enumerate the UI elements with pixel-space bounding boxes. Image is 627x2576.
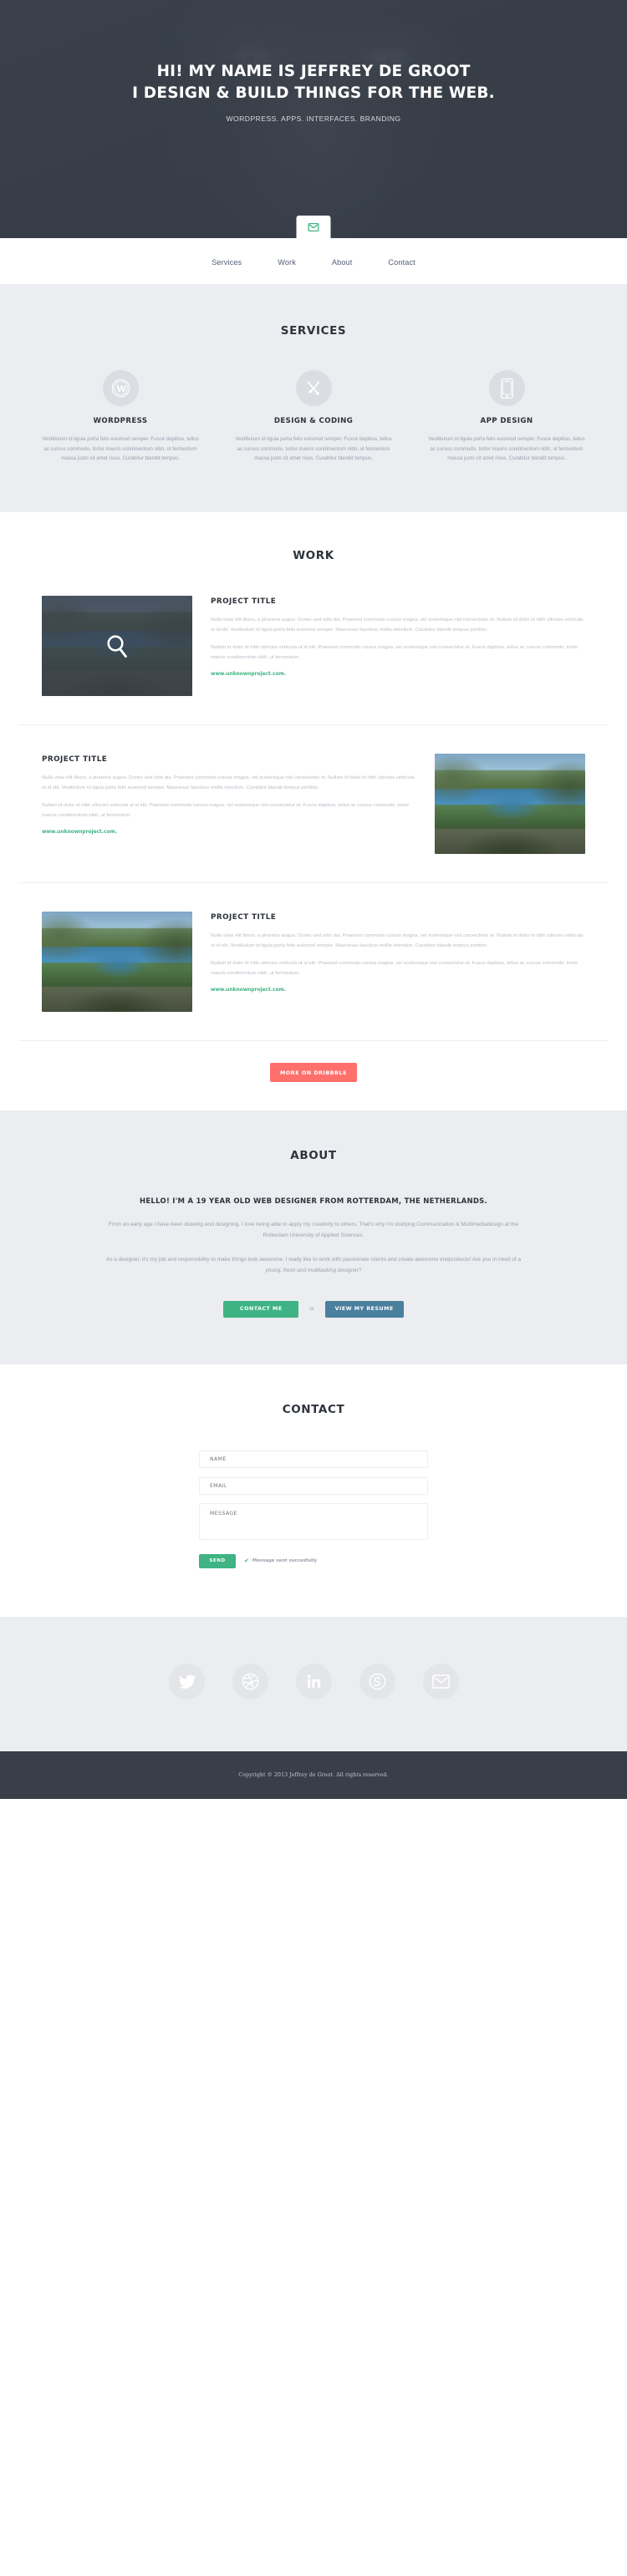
nav-item-services[interactable]: Services bbox=[212, 258, 242, 267]
about-paragraph-2: As a designer, it's my job and responsib… bbox=[104, 1255, 522, 1276]
project-paragraph-1: Nulla vitae elit libero, a pharetra augu… bbox=[211, 933, 584, 949]
project-thumbnail[interactable] bbox=[435, 754, 585, 855]
mobile-phone-icon bbox=[488, 370, 525, 406]
about-paragraph-1: From an early age I have been drawing an… bbox=[108, 1222, 519, 1238]
social-links-section bbox=[0, 1616, 627, 1751]
work-title: WORK bbox=[293, 549, 334, 563]
about-p2-em2: multitasking bbox=[307, 1268, 337, 1274]
social-link-email[interactable] bbox=[422, 1663, 459, 1700]
project-link[interactable]: www.unknownproject.com. bbox=[42, 830, 117, 835]
project-paragraph-2: Nullam id dolor id nibh ultricies vehicu… bbox=[211, 645, 579, 661]
envelope-icon bbox=[308, 222, 319, 231]
project-title: PROJECT TITLE bbox=[211, 597, 277, 607]
about-section: ABOUT HELLO! I'M A 19 YEAR OLD WEB DESIG… bbox=[0, 1110, 627, 1364]
work-item: PROJECT TITLE Nulla vitae elit libero, a… bbox=[18, 883, 609, 1042]
form-status: ✔ Message sent succesfully bbox=[244, 1557, 317, 1564]
message-input[interactable] bbox=[199, 1502, 428, 1540]
project-title: PROJECT TITLE bbox=[211, 913, 277, 922]
nav-item-contact[interactable]: Contact bbox=[388, 258, 415, 267]
project-link[interactable]: www.unknownproject.com. bbox=[211, 988, 286, 993]
project-link[interactable]: www.unknownproject.com. bbox=[211, 672, 286, 677]
name-input[interactable] bbox=[199, 1450, 428, 1468]
envelope-icon bbox=[431, 1674, 450, 1689]
portfolio-page: HI! MY NAME IS JEFFREY DE GROOT I DESIGN… bbox=[0, 0, 627, 1799]
project-image bbox=[42, 912, 192, 1013]
linkedin-icon bbox=[306, 1674, 322, 1689]
service-card-app-design: APP DESIGN Vestibulum id ligula porta fe… bbox=[426, 370, 587, 464]
project-paragraph-1: Nulla vitae elit libero, a pharetra augu… bbox=[211, 617, 584, 633]
view-my-resume-button[interactable]: VIEW MY RESUME bbox=[324, 1300, 404, 1318]
hero-headline-line1: HI! MY NAME IS JEFFREY DE GROOT bbox=[156, 63, 471, 80]
twitter-icon bbox=[178, 1673, 196, 1690]
dribbble-icon bbox=[242, 1673, 259, 1690]
project-paragraph-1: Nulla vitae elit libero, a pharetra augu… bbox=[42, 775, 415, 791]
services-section: SERVICES WORDPRESS Vestibulum id ligula … bbox=[0, 285, 627, 513]
project-image bbox=[435, 754, 585, 855]
service-description: Vestibulum id ligula porta felis euismod… bbox=[42, 436, 199, 462]
service-card-design-coding: DESIGN & CODING Vestibulum id ligula por… bbox=[233, 370, 394, 464]
work-item: PROJECT TITLE Nulla vitae elit libero, a… bbox=[18, 725, 609, 884]
hero-section: HI! MY NAME IS JEFFREY DE GROOT I DESIGN… bbox=[0, 0, 627, 238]
hero-headline-line2: I DESIGN & BUILD THINGS FOR THE WEB. bbox=[132, 84, 495, 103]
form-status-text: Message sent succesfully bbox=[252, 1558, 318, 1564]
social-link-linkedin[interactable] bbox=[295, 1663, 332, 1700]
contact-me-button[interactable]: CONTACT ME bbox=[223, 1300, 299, 1318]
wordpress-icon bbox=[102, 370, 139, 406]
social-link-skype[interactable] bbox=[359, 1663, 395, 1700]
service-card-wordpress: WORDPRESS Vestibulum id ligula porta fel… bbox=[40, 370, 201, 464]
about-p2-c: designer? bbox=[336, 1268, 362, 1274]
page-footer: Copyright © 2013 Jeffrey de Groot. All r… bbox=[0, 1750, 627, 1799]
hero-mail-tab-button[interactable] bbox=[296, 216, 331, 238]
contact-section: CONTACT SEND ✔ Message sent succesfully bbox=[0, 1364, 627, 1617]
service-name: DESIGN & CODING bbox=[273, 417, 354, 425]
about-p2-a: As a designer, it's my job and responsib… bbox=[105, 1257, 522, 1263]
nav-item-about[interactable]: About bbox=[332, 258, 353, 267]
contact-form[interactable]: SEND ✔ Message sent succesfully bbox=[199, 1450, 428, 1568]
project-title: PROJECT TITLE bbox=[42, 755, 108, 765]
social-link-dribbble[interactable] bbox=[232, 1663, 268, 1700]
check-icon: ✔ bbox=[244, 1557, 249, 1565]
service-name: APP DESIGN bbox=[480, 417, 533, 425]
nav-item-work[interactable]: Work bbox=[278, 258, 296, 267]
send-button[interactable]: SEND bbox=[199, 1553, 236, 1568]
project-hover-overlay[interactable] bbox=[42, 596, 192, 697]
about-p2-em1: young, fresh bbox=[265, 1268, 296, 1274]
brush-pencil-icon bbox=[295, 370, 332, 406]
service-name: WORDPRESS bbox=[93, 417, 148, 425]
copyright-text: Copyright © 2013 Jeffrey de Groot. All r… bbox=[238, 1771, 389, 1778]
email-input[interactable] bbox=[199, 1476, 428, 1495]
project-paragraph-2: Nullam id dolor id nibh ultricies vehicu… bbox=[211, 961, 579, 977]
skype-icon bbox=[369, 1673, 386, 1690]
more-on-dribbble-button[interactable]: MORE ON DRIBBBLE bbox=[270, 1063, 357, 1083]
contact-title: CONTACT bbox=[282, 1402, 345, 1416]
project-paragraph-2: Nullam id dolor id nibh ultricies vehicu… bbox=[42, 803, 410, 819]
social-link-twitter[interactable] bbox=[168, 1663, 205, 1700]
magnifier-icon bbox=[106, 634, 128, 658]
project-thumbnail[interactable] bbox=[42, 912, 192, 1013]
main-navigation[interactable]: Services Work About Contact bbox=[0, 238, 627, 285]
or-separator-label: or bbox=[309, 1306, 314, 1312]
hero-subtitle: WORDPRESS. APPS. INTERFACES. BRANDING bbox=[226, 114, 401, 123]
service-description: Vestibulum id ligula porta felis euismod… bbox=[428, 436, 585, 462]
service-description: Vestibulum id ligula porta felis euismod… bbox=[235, 436, 392, 462]
about-title: ABOUT bbox=[290, 1149, 337, 1163]
work-section: WORK PROJECT TITLE Nulla vitae elit libe… bbox=[0, 512, 627, 1111]
work-item: PROJECT TITLE Nulla vitae elit libero, a… bbox=[18, 562, 609, 726]
project-thumbnail[interactable] bbox=[42, 596, 192, 697]
services-title: SERVICES bbox=[280, 324, 347, 338]
about-p2-b: and bbox=[295, 1268, 308, 1274]
about-lead: HELLO! I'M A 19 YEAR OLD WEB DESIGNER FR… bbox=[140, 1197, 487, 1207]
hero-headline: HI! MY NAME IS JEFFREY DE GROOT I DESIGN… bbox=[132, 61, 495, 105]
